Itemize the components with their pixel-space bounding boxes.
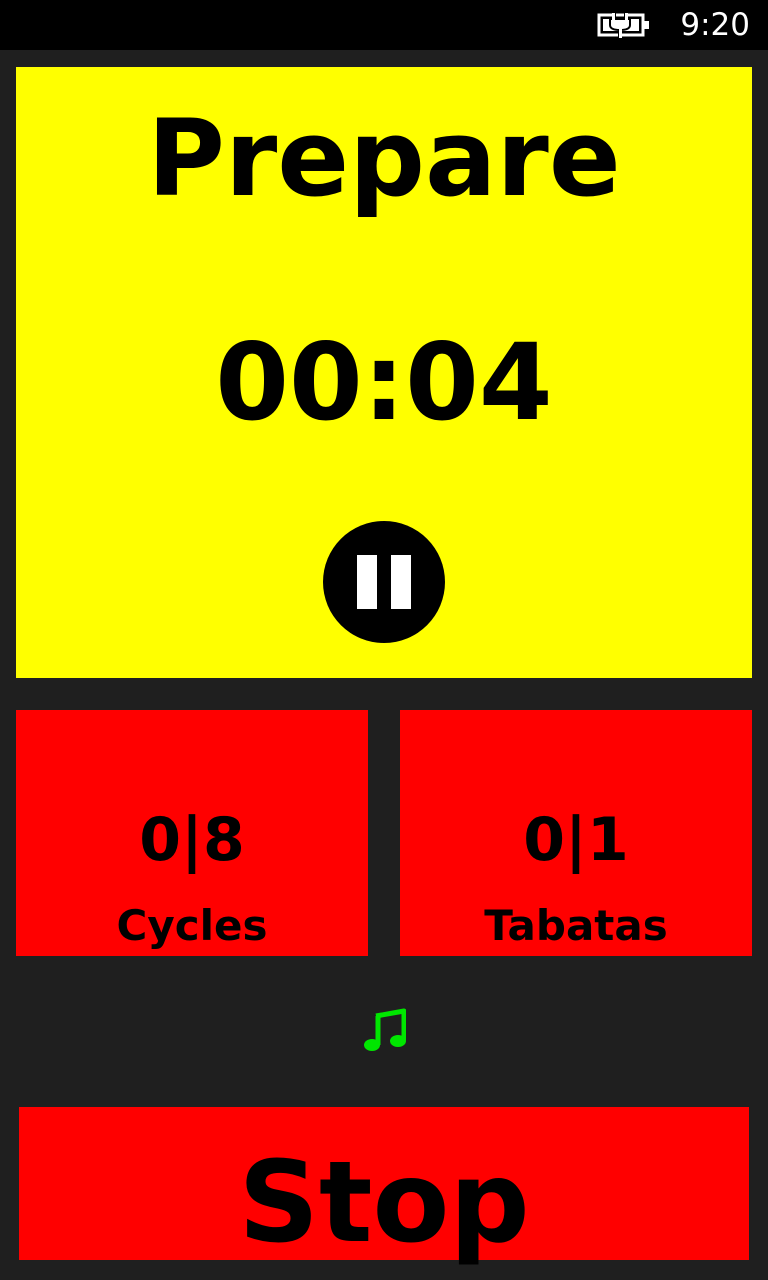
tabata-timer-screen: 9:20 Prepare 00:04 0|8 Cycles 0|1 Tabata… [0, 0, 768, 1280]
countdown-timer: 00:04 [215, 321, 553, 444]
status-bar: 9:20 [0, 0, 768, 50]
tabatas-counter-card: 0|1 Tabatas [400, 710, 752, 956]
phase-label: Prepare [147, 97, 621, 220]
battery-charging-icon [597, 12, 649, 38]
music-note-icon[interactable] [364, 1008, 406, 1052]
stop-button-label: Stop [238, 1138, 530, 1268]
status-clock: 9:20 [680, 7, 750, 43]
stop-button[interactable]: Stop [19, 1107, 749, 1268]
cycles-count: 0|8 [139, 805, 245, 875]
tabatas-label: Tabatas [484, 901, 668, 950]
cycles-counter-card: 0|8 Cycles [16, 710, 368, 956]
pause-icon-left-bar [357, 555, 377, 609]
phase-panel: Prepare 00:04 [16, 67, 752, 678]
pause-icon-right-bar [391, 555, 411, 609]
tabatas-count: 0|1 [523, 805, 629, 875]
pause-button[interactable] [323, 521, 445, 643]
cycles-label: Cycles [116, 901, 268, 950]
